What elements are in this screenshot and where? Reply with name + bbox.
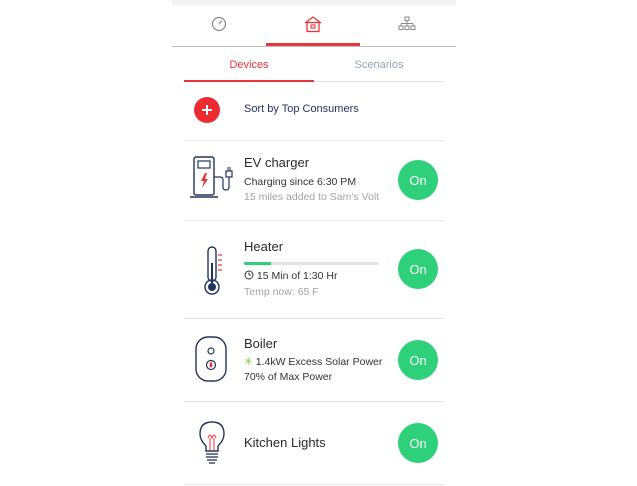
device-boiler: Boiler ✳ 1.4kW Excess Solar Power 70% of… (184, 319, 444, 401)
device-detail: 15 miles added to Sam's Volt (244, 191, 380, 203)
tab-devices[interactable]: Devices (184, 52, 314, 78)
ev-charger-icon (190, 156, 233, 198)
tab-dashboard[interactable] (172, 5, 266, 42)
timer-text: 15 Min of 1:30 Hr (256, 270, 338, 282)
device-name: EV charger (244, 155, 310, 170)
clock-icon (244, 270, 254, 280)
progress-bar (244, 262, 379, 265)
sort-label[interactable]: Sort by Top Consumers (244, 103, 359, 115)
sort-row: Sort by Top Consumers (194, 97, 444, 125)
plus-icon (202, 105, 212, 115)
on-button[interactable]: On (398, 160, 438, 200)
nav-divider (172, 46, 456, 47)
device-detail: Temp now: 65 F (244, 286, 319, 298)
home-icon (304, 15, 322, 32)
on-button[interactable]: On (398, 340, 438, 380)
tab-network[interactable] (360, 5, 454, 42)
device-name: Kitchen Lights (244, 435, 326, 450)
device-status: ✳ 1.4kW Excess Solar Power (244, 356, 382, 368)
device-name: Boiler (244, 336, 278, 351)
light-bulb-icon (199, 421, 225, 464)
tab-home[interactable] (266, 5, 360, 42)
device-status: 15 Min of 1:30 Hr (244, 270, 337, 282)
divider (184, 484, 444, 485)
solar-icon: ✳ (244, 356, 253, 368)
device-status: Charging since 6:30 PM (244, 176, 357, 188)
tab-scenarios[interactable]: Scenarios (314, 52, 444, 78)
boiler-icon (195, 336, 227, 382)
sub-tabs: Devices Scenarios (184, 52, 444, 82)
on-button[interactable]: On (398, 249, 438, 289)
device-ev-charger: EV charger Charging since 6:30 PM 15 mil… (184, 141, 444, 220)
on-button[interactable]: On (398, 423, 438, 463)
network-icon (398, 16, 416, 30)
device-name: Heater (244, 239, 284, 254)
solar-text: 1.4kW Excess Solar Power (255, 356, 383, 368)
app-screen: Devices Scenarios Sort by Top Consumers … (172, 0, 456, 486)
device-detail: 70% of Max Power (244, 371, 333, 383)
add-button[interactable] (194, 97, 220, 123)
gauge-icon (211, 16, 227, 31)
progress-fill (244, 262, 271, 265)
active-subtab-indicator (184, 80, 314, 82)
device-heater: Heater 15 Min of 1:30 Hr Temp now: 65 F … (184, 221, 444, 318)
top-nav (172, 5, 456, 47)
device-kitchen-lights: Kitchen Lights On (184, 402, 444, 484)
thermometer-icon (204, 246, 222, 295)
